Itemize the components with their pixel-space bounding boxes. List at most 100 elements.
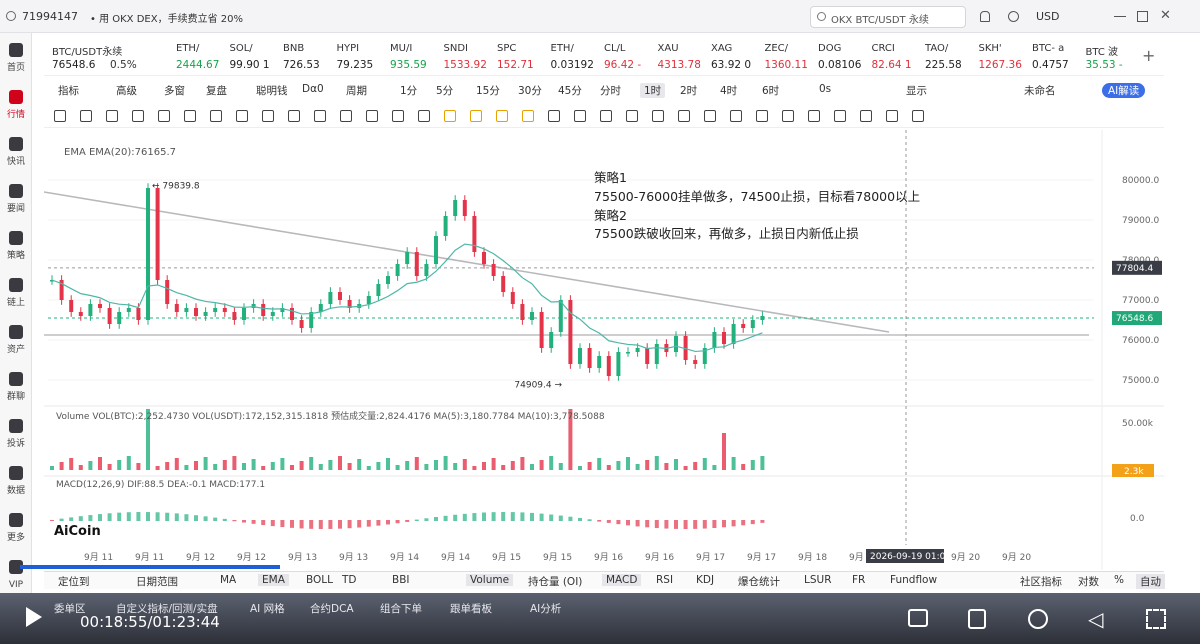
ticker-15[interactable]: TAO/225.58 [925,40,985,76]
drawing-tool-icon[interactable] [418,110,430,122]
indicator-tab-3[interactable]: EMA [258,574,289,586]
drawing-tool-icon[interactable] [210,110,222,122]
search-input[interactable]: OKX BTC/USDT 永续 [810,6,966,28]
maximize-icon[interactable] [1137,11,1148,22]
indicator-tab-8[interactable]: 持仓量 (OI) [528,574,582,589]
sidebar-item-5[interactable]: 链上 [0,272,32,318]
ticker-13[interactable]: DOG 0.08106 [818,40,878,76]
sidebar-item-8[interactable]: 投诉 [0,413,32,459]
notes-icon[interactable] [968,609,986,629]
sidebar-item-6[interactable]: 资产 [0,319,32,365]
ticker-16[interactable]: SKH' 1267.36 [979,40,1039,76]
indicator-tab-1[interactable]: 日期范围 [136,574,178,589]
ticker-7[interactable]: SPC 152.71 [497,40,557,76]
drawing-tool-icon[interactable] [496,110,508,122]
drawing-tool-icon[interactable] [522,110,534,122]
drawing-tool-icon[interactable] [600,110,612,122]
drawing-tool-icon[interactable] [678,110,690,122]
ticker-9[interactable]: CL/L 96.42 - [604,40,664,76]
toolbar-item-16[interactable]: 6时 [762,83,779,98]
toolbar-item-19[interactable]: 未命名 [1024,83,1056,98]
indicator-tab-5[interactable]: TD [342,574,357,586]
drawing-tool-icon[interactable] [392,110,404,122]
sidebar-item-3[interactable]: 要闻 [0,178,32,224]
video-progress[interactable] [20,565,280,569]
toolbar-item-12[interactable]: 分时 [600,83,621,98]
toolbar-item-7[interactable]: 1分 [400,83,417,98]
toolbar-item-10[interactable]: 30分 [518,83,542,98]
drawing-tool-icon[interactable] [548,110,560,122]
drawing-tool-icon[interactable] [132,110,144,122]
toolbar-item-13[interactable]: 1时 [640,83,666,98]
ticker-12[interactable]: ZEC/1360.11 [765,40,825,76]
minimize-icon[interactable] [1114,16,1126,17]
chart-area[interactable]: 80000.079000.078000.077000.076000.075000… [44,130,1164,570]
ticker-17[interactable]: BTC- a 0.4757 [1032,40,1092,76]
indicator-tab-14[interactable]: FR [852,574,865,586]
indicator-tab-7[interactable]: Volume [466,574,514,586]
drawing-tool-icon[interactable] [886,110,898,122]
pip-icon[interactable] [908,609,928,627]
toolbar-item-14[interactable]: 2时 [680,83,697,98]
sidebar-item-2[interactable]: 快讯 [0,131,32,177]
bottom-panel-tab-5[interactable]: 跟单看板 [450,601,492,616]
volume-icon[interactable]: ◁ [1088,607,1103,631]
toolbar-item-3[interactable]: 复盘 [206,83,227,98]
indicator-tab-17[interactable]: 对数 [1078,574,1099,589]
ticker-1[interactable]: ETH/2444.67 [176,40,236,76]
drawing-tool-icon[interactable] [834,110,846,122]
drawing-tool-icon[interactable] [366,110,378,122]
ticker-11[interactable]: XAG 63.92 0 [711,40,771,76]
sidebar-item-0[interactable]: 首页 [0,37,32,83]
ticker-18[interactable]: BTC 波 35.53 - [1086,40,1146,76]
drawing-tool-icon[interactable] [574,110,586,122]
drawing-tool-icon[interactable] [860,110,872,122]
toolbar-item-4[interactable]: 聪明钱 [256,83,288,98]
indicator-tab-12[interactable]: 爆仓统计 [738,574,780,589]
ticker-0[interactable]: BTC/USDT永续 76548.6 0.5% [52,40,172,76]
notification-icon[interactable] [980,11,990,22]
ticker-4[interactable]: HYPI 79.235 [337,40,397,76]
drawing-tool-icon[interactable] [704,110,716,122]
drawing-tool-icon[interactable] [652,110,664,122]
ticker-6[interactable]: SNDI 1533.92 [444,40,504,76]
add-ticker-icon[interactable]: + [1142,46,1155,65]
close-icon[interactable]: ✕ [1160,8,1171,23]
drawing-tool-icon[interactable] [288,110,300,122]
settings-icon[interactable] [1008,11,1019,22]
drawing-tool-icon[interactable] [340,110,352,122]
drawing-tool-icon[interactable] [158,110,170,122]
indicator-tab-9[interactable]: MACD [602,574,642,586]
drawing-tool-icon[interactable] [54,110,66,122]
indicator-tab-11[interactable]: KDJ [696,574,714,586]
ticker-3[interactable]: BNB 726.53 [283,40,343,76]
toolbar-item-2[interactable]: 多窗 [164,83,185,98]
sidebar-item-10[interactable]: 更多 [0,507,32,553]
drawing-tool-icon[interactable] [756,110,768,122]
toolbar-item-9[interactable]: 15分 [476,83,500,98]
indicator-tab-13[interactable]: LSUR [804,574,832,586]
toolbar-item-1[interactable]: 高级 [116,83,137,98]
indicator-tab-10[interactable]: RSI [656,574,673,586]
sidebar-item-9[interactable]: 数据 [0,460,32,506]
drawing-tool-icon[interactable] [106,110,118,122]
bottom-panel-tab-2[interactable]: AI 网格 [250,601,285,616]
drawing-tool-icon[interactable] [912,110,924,122]
bottom-panel-tab-0[interactable]: 委单区 [54,601,86,616]
indicator-tab-2[interactable]: MA [220,574,236,586]
drawing-tool-icon[interactable] [444,110,456,122]
toolbar-item-5[interactable]: Dα0 [302,83,324,95]
drawing-tool-icon[interactable] [236,110,248,122]
ticker-2[interactable]: SOL/99.90 1 [230,40,290,76]
bottom-panel-tab-4[interactable]: 组合下单 [380,601,422,616]
indicator-tab-19[interactable]: 自动 [1136,574,1165,589]
drawing-tool-icon[interactable] [184,110,196,122]
toolbar-item-8[interactable]: 5分 [436,83,453,98]
drawing-tool-icon[interactable] [782,110,794,122]
toolbar-item-6[interactable]: 周期 [346,83,367,98]
indicator-tab-4[interactable]: BOLL [306,574,333,586]
toolbar-item-18[interactable]: 显示 [906,83,927,98]
sidebar-item-7[interactable]: 群聊 [0,366,32,412]
drawing-tool-icon[interactable] [626,110,638,122]
toolbar-item-20[interactable]: AI解读 [1102,83,1146,98]
